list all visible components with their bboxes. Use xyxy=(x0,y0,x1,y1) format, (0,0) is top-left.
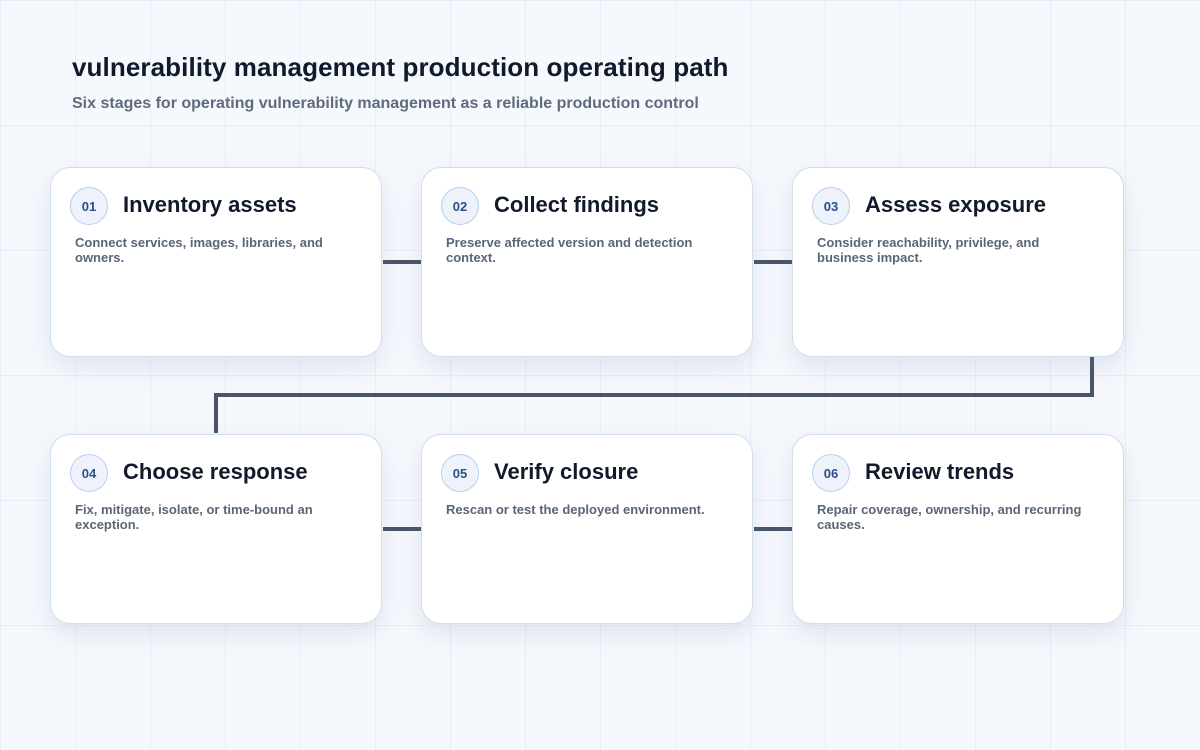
stage-title: Review trends xyxy=(865,459,1015,484)
stage-description: Preserve affected version and detection … xyxy=(446,235,693,265)
stage-number-badge: 06 xyxy=(812,454,850,492)
stage-number-badge: 05 xyxy=(441,454,479,492)
stage-card-assess-exposure: 03 Assess exposure Consider reachability… xyxy=(792,167,1124,357)
stage-title: Assess exposure xyxy=(865,192,1046,217)
page-subtitle: Six stages for operating vulnerability m… xyxy=(72,95,699,112)
stage-title: Collect findings xyxy=(494,192,659,217)
stage-description: Consider reachability, privilege, and bu… xyxy=(817,235,1040,265)
stage-title: Inventory assets xyxy=(123,192,297,217)
stage-card-collect-findings: 02 Collect findings Preserve affected ve… xyxy=(421,167,753,357)
stage-number-badge: 04 xyxy=(70,454,108,492)
stage-description: Rescan or test the deployed environment. xyxy=(446,502,705,517)
stage-number-badge: 03 xyxy=(812,187,850,225)
stage-number-badge: 02 xyxy=(441,187,479,225)
stage-card-review-trends: 06 Review trends Repair coverage, owners… xyxy=(792,434,1124,624)
stage-number-badge: 01 xyxy=(70,187,108,225)
stage-description: Connect services, images, libraries, and… xyxy=(75,235,323,265)
stage-description: Fix, mitigate, isolate, or time-bound an… xyxy=(75,502,313,532)
stage-title: Choose response xyxy=(123,459,308,484)
connector-03-04 xyxy=(214,357,1094,433)
stage-description: Repair coverage, ownership, and recurrin… xyxy=(817,502,1082,532)
stage-title: Verify closure xyxy=(494,459,639,484)
stage-card-inventory-assets: 01 Inventory assets Connect services, im… xyxy=(50,167,382,357)
stage-card-choose-response: 04 Choose response Fix, mitigate, isolat… xyxy=(50,434,382,624)
page-title: vulnerability management production oper… xyxy=(72,52,729,82)
stage-card-verify-closure: 05 Verify closure Rescan or test the dep… xyxy=(421,434,753,624)
